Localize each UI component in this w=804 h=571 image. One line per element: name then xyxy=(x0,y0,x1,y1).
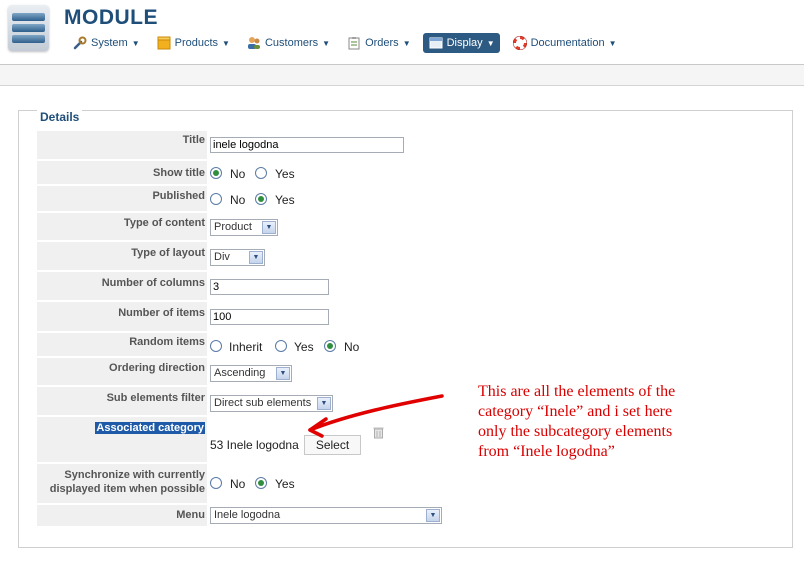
show-title-no-label: No xyxy=(230,167,246,181)
chevron-down-icon: ▼ xyxy=(276,367,290,380)
details-legend: Details xyxy=(37,110,83,124)
ordering-direction-select[interactable]: Ascending ▼ xyxy=(210,365,292,382)
nav-system[interactable]: System ▼ xyxy=(68,33,144,53)
show-title-label: Show title xyxy=(37,161,207,185)
annotation-arrow xyxy=(308,394,444,438)
menu-label: Menu xyxy=(37,505,207,527)
type-of-layout-value: Div xyxy=(214,251,230,263)
chevron-down-icon: ▼ xyxy=(426,509,440,522)
box-icon xyxy=(156,35,172,51)
nav-display-label: Display xyxy=(446,37,483,49)
toolbar-band xyxy=(0,65,804,86)
annotation-line-3: only the subcategory elements xyxy=(478,423,673,440)
synchronize-label-line1: Synchronize with currently xyxy=(64,469,205,481)
synchronize-no-label: No xyxy=(230,477,246,491)
title-label: Title xyxy=(37,131,207,160)
nav-products[interactable]: Products ▼ xyxy=(152,33,234,53)
row-show-title: Show title No Yes xyxy=(37,161,781,185)
row-menu: Menu Inele logodna ▼ xyxy=(37,505,781,527)
published-label: Published xyxy=(37,186,207,212)
type-of-content-value: Product xyxy=(214,221,252,233)
title-input[interactable] xyxy=(210,137,404,153)
type-of-layout-label: Type of layout xyxy=(37,242,207,271)
window-icon xyxy=(428,35,444,51)
show-title-yes-radio[interactable] xyxy=(255,167,267,179)
chevron-down-icon: ▼ xyxy=(249,251,263,264)
ordering-direction-value: Ascending xyxy=(214,367,266,379)
row-title: Title xyxy=(37,131,781,160)
lifebuoy-icon xyxy=(512,35,528,51)
nav-products-label: Products xyxy=(174,37,219,49)
chevron-down-icon: ▼ xyxy=(608,38,617,48)
published-yes-radio[interactable] xyxy=(255,193,267,205)
nav-documentation-label: Documentation xyxy=(530,37,605,49)
row-published: Published No Yes xyxy=(37,186,781,212)
number-of-columns-label: Number of columns xyxy=(37,272,207,301)
annotation-line-4: from “Inele logodna” xyxy=(478,443,615,460)
menu-value: Inele logodna xyxy=(214,509,281,521)
annotation-text: This are all the elements of the categor… xyxy=(478,382,708,462)
nav-customers-label: Customers xyxy=(264,37,319,49)
nav-documentation[interactable]: Documentation ▼ xyxy=(508,33,621,53)
row-random-items: Random items Inherit Yes No xyxy=(37,333,781,357)
chevron-down-icon: ▼ xyxy=(486,38,495,48)
page-title: MODULE xyxy=(64,6,158,29)
chevron-down-icon: ▼ xyxy=(262,221,276,234)
associated-category-value: 53 Inele logodna xyxy=(210,438,299,452)
published-yes-label: Yes xyxy=(275,193,295,207)
type-of-layout-select[interactable]: Div ▼ xyxy=(210,249,265,266)
synchronize-no-radio[interactable] xyxy=(210,477,222,489)
number-of-items-label: Number of items xyxy=(37,302,207,332)
chevron-down-icon: ▼ xyxy=(322,38,331,48)
random-items-yes-radio[interactable] xyxy=(275,340,287,352)
random-items-label: Random items xyxy=(37,333,207,357)
row-number-of-columns: Number of columns xyxy=(37,272,781,301)
associated-category-label: Associated category xyxy=(95,422,205,434)
synchronize-yes-label: Yes xyxy=(275,477,295,491)
annotation-line-2: category “Inele” and i set here xyxy=(478,403,673,420)
show-title-yes-label: Yes xyxy=(275,167,295,181)
synchronize-label: Synchronize with currently displayed ite… xyxy=(37,464,207,504)
sub-elements-filter-label: Sub elements filter xyxy=(37,387,207,416)
tools-icon xyxy=(72,35,88,51)
ordering-direction-label: Ordering direction xyxy=(37,358,207,386)
menu-select[interactable]: Inele logodna ▼ xyxy=(210,507,442,524)
chevron-down-icon: ▼ xyxy=(222,38,230,48)
nav-orders[interactable]: Orders ▼ xyxy=(342,33,415,53)
random-items-no-label: No xyxy=(344,340,360,354)
chevron-down-icon: ▼ xyxy=(402,38,411,48)
random-items-no-radio[interactable] xyxy=(324,340,336,352)
row-synchronize: Synchronize with currently displayed ite… xyxy=(37,464,781,504)
show-title-no-radio[interactable] xyxy=(210,167,222,179)
row-type-of-layout: Type of layout Div ▼ xyxy=(37,242,781,271)
users-icon xyxy=(246,35,262,51)
synchronize-label-line2: displayed item when possible xyxy=(49,483,205,495)
nav-system-label: System xyxy=(91,37,128,49)
number-of-items-input[interactable] xyxy=(210,309,329,325)
nav-display[interactable]: Display ▼ xyxy=(422,33,500,53)
associated-category-label-cell: Associated category xyxy=(37,417,207,463)
annotation-line-1: This are all the elements of the xyxy=(478,383,676,400)
published-no-radio[interactable] xyxy=(210,193,222,205)
random-items-inherit-radio[interactable] xyxy=(210,340,222,352)
row-type-of-content: Type of content Product ▼ xyxy=(37,213,781,241)
type-of-content-label: Type of content xyxy=(37,213,207,241)
nav-orders-label: Orders xyxy=(365,37,399,49)
synchronize-yes-radio[interactable] xyxy=(255,477,267,489)
published-no-label: No xyxy=(230,193,246,207)
random-items-yes-label: Yes xyxy=(294,340,314,354)
main-nav: System ▼ Products ▼ Customers ▼ Orders ▼ xyxy=(68,33,629,53)
module-logo-icon xyxy=(8,5,49,51)
row-number-of-items: Number of items xyxy=(37,302,781,332)
nav-customers[interactable]: Customers ▼ xyxy=(242,33,334,53)
number-of-columns-input[interactable] xyxy=(210,279,329,295)
clipboard-icon xyxy=(346,35,362,51)
random-items-inherit-label: Inherit xyxy=(229,340,263,354)
header: MODULE System ▼ Products ▼ Customers ▼ O… xyxy=(0,0,804,64)
type-of-content-select[interactable]: Product ▼ xyxy=(210,219,278,236)
chevron-down-icon: ▼ xyxy=(131,38,140,48)
